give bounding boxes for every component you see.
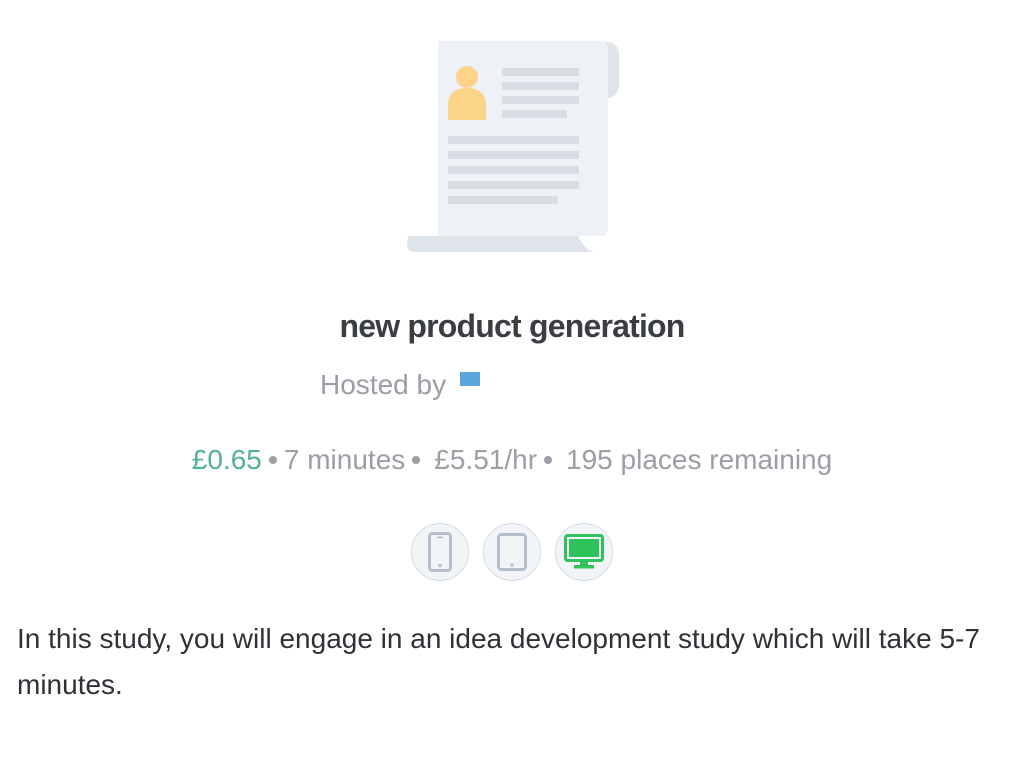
- smartphone-icon: [428, 532, 452, 572]
- hosted-by: Hosted by: [320, 367, 481, 403]
- study-meta: £0.65 7 minutes £5.51/hr 195 places remaini…: [0, 444, 1024, 476]
- separator-dot: [268, 455, 277, 464]
- host-logo-icon: [460, 372, 481, 386]
- device-desktop: [555, 523, 613, 581]
- device-requirements: [0, 523, 1024, 581]
- avatar-head: [456, 66, 478, 88]
- tablet-icon: [497, 533, 527, 571]
- study-title: new product generation: [339, 308, 685, 344]
- places-remaining: 195 places remaining: [566, 444, 833, 475]
- desktop-icon: [564, 534, 604, 569]
- hosted-by-label: Hosted by: [320, 369, 447, 400]
- device-tablet: [483, 523, 541, 581]
- study-duration: 7 minutes: [283, 444, 406, 475]
- study-document-illustration: [407, 41, 619, 252]
- hourly-rate: £5.51/hr: [434, 444, 538, 475]
- reward-amount: £0.65: [191, 444, 262, 475]
- separator-dot: [412, 455, 421, 464]
- device-mobile: [411, 523, 469, 581]
- separator-dot: [544, 455, 553, 464]
- study-description: In this study, you will engage in an ide…: [17, 623, 980, 700]
